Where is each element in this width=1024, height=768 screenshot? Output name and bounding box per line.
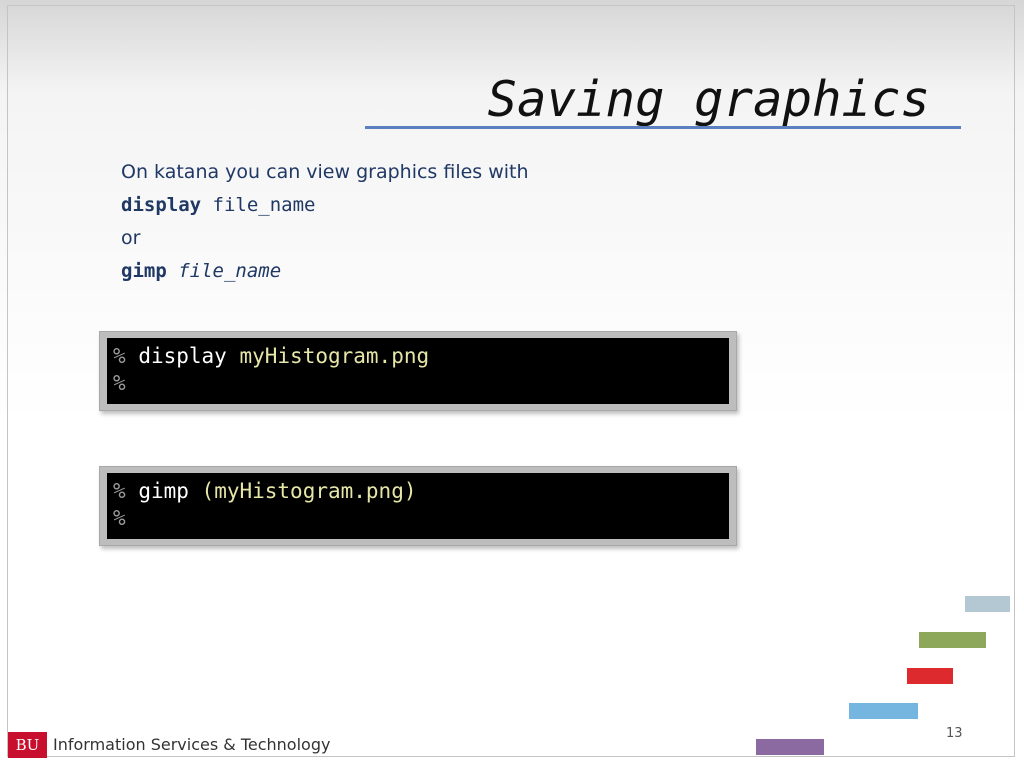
display-argument: file_name (212, 194, 316, 216)
terminal-prompt: % (113, 479, 126, 503)
terminal-screen: % display myHistogram.png % (107, 338, 729, 404)
display-usage-line: display file_name (121, 192, 529, 218)
terminal-argument: (myHistogram.png) (201, 479, 417, 503)
decor-bar-2 (919, 632, 986, 648)
gimp-usage-line: gimp file_name (121, 258, 529, 284)
decor-bar-5 (756, 739, 824, 755)
terminal-line: % (113, 505, 723, 532)
terminal-line: % display myHistogram.png (113, 343, 723, 370)
footer-org-name: Information Services & Technology (53, 735, 331, 754)
terminal-line: % (113, 370, 723, 397)
decor-bar-3 (907, 668, 953, 684)
terminal-prompt: % (113, 371, 126, 395)
terminal-screen: % gimp (myHistogram.png) % (107, 473, 729, 539)
title-underline (365, 126, 961, 129)
terminal-command: display (138, 344, 227, 368)
decor-bar-4 (849, 703, 918, 719)
terminal-prompt: % (113, 344, 126, 368)
terminal-gimp: % gimp (myHistogram.png) % (99, 466, 737, 546)
decor-bar-1 (965, 596, 1010, 612)
display-command: display (121, 194, 202, 216)
terminal-argument: myHistogram.png (239, 344, 430, 368)
gimp-argument: file_name (178, 260, 282, 282)
terminal-display: % display myHistogram.png % (99, 331, 737, 411)
terminal-line: % gimp (myHistogram.png) (113, 478, 723, 505)
bu-logo: BU (8, 732, 47, 758)
slide-title: Saving graphics (487, 71, 930, 128)
intro-text: On katana you can view graphics files wi… (121, 161, 529, 183)
or-text: or (121, 227, 141, 249)
terminal-prompt: % (113, 506, 126, 530)
page-number: 13 (946, 726, 963, 741)
terminal-command: gimp (138, 479, 189, 503)
slide-body: On katana you can view graphics files wi… (121, 159, 529, 284)
gimp-command: gimp (121, 260, 167, 282)
